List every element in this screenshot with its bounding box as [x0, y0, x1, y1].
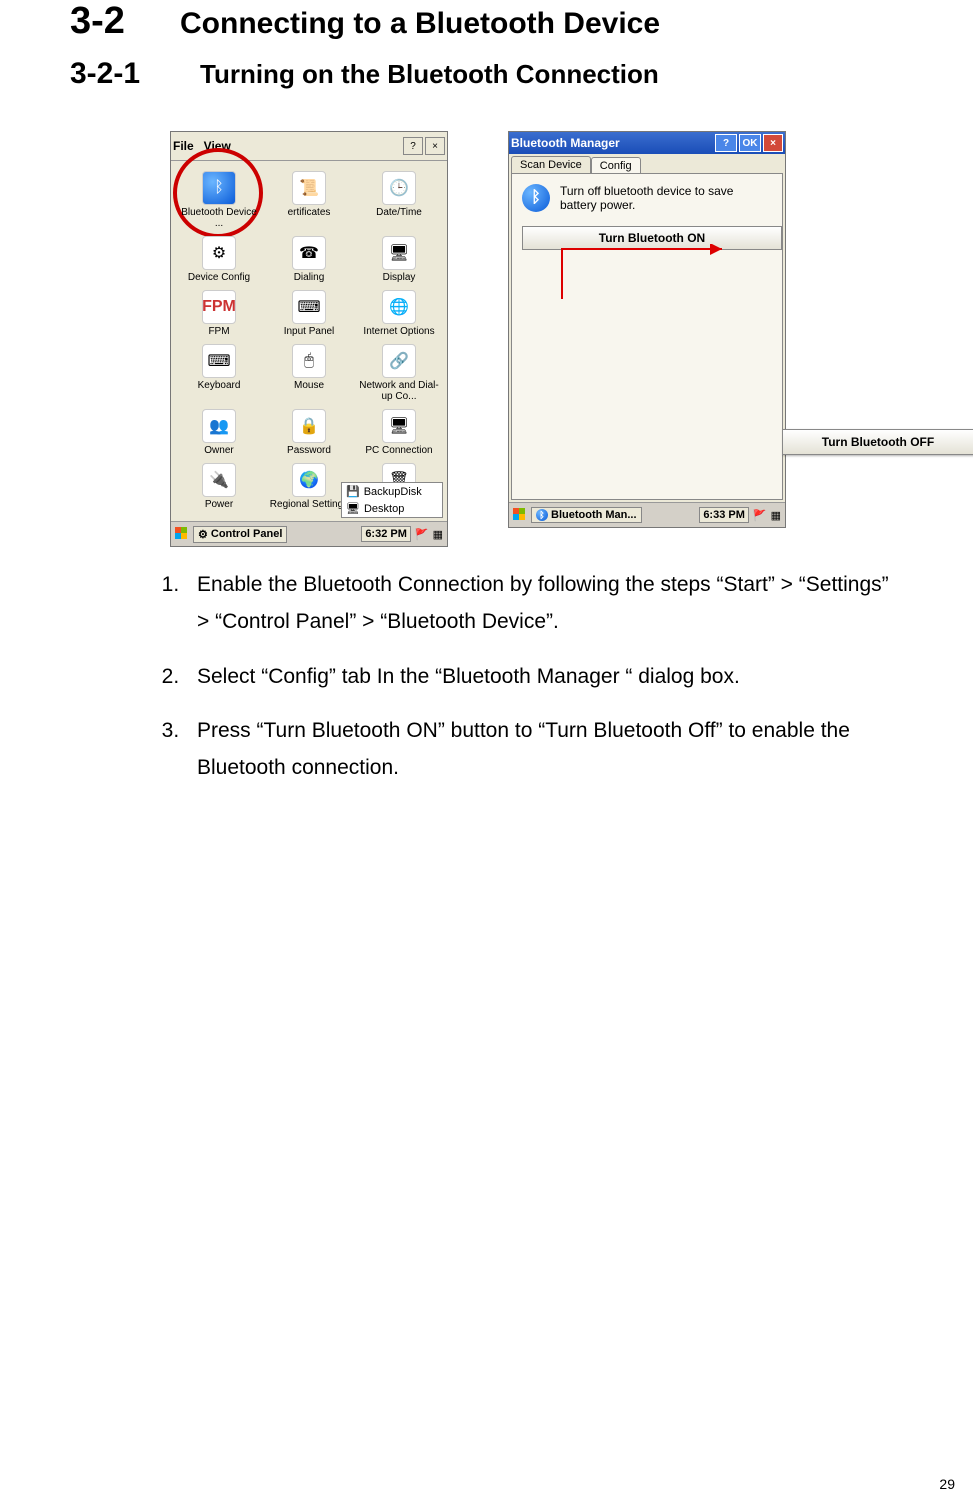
subsection-heading: 3-2-1 Turning on the Bluetooth Connectio… [70, 57, 903, 91]
bluetooth-manager-window: Bluetooth Manager ? OK × Scan Device Con… [508, 131, 786, 528]
input-panel-icon: ⌨ [292, 290, 326, 324]
display-icon: 🖥 [382, 236, 416, 270]
item-bluetooth-device[interactable]: ᛒBluetooth Device ... [177, 171, 261, 230]
item-password[interactable]: 🔒Password [267, 409, 351, 457]
item-device-config[interactable]: ⚙Device Config [177, 236, 261, 284]
help-icon[interactable]: ? [403, 137, 423, 155]
menu-bar: File View ? × [171, 132, 447, 161]
section-number: 3-2 [70, 0, 180, 43]
item-owner[interactable]: 👥Owner [177, 409, 261, 457]
hint-text: Turn off bluetooth device to save batter… [560, 184, 772, 212]
item-keyboard[interactable]: ⌨Keyboard [177, 344, 261, 403]
menu-file[interactable]: File [173, 139, 194, 153]
bluetooth-icon: ᛒ [536, 509, 548, 521]
taskbar-app-button[interactable]: ᛒBluetooth Man... [531, 507, 642, 523]
step-3: Press “Turn Bluetooth ON” button to “Tur… [185, 713, 903, 787]
item-network[interactable]: 🔗Network and Dial-up Co... [357, 344, 441, 403]
password-icon: 🔒 [292, 409, 326, 443]
fpm-icon: FPM [202, 290, 236, 324]
item-regional[interactable]: 🌍Regional Settings [267, 463, 351, 511]
control-panel-window: File View ? × ᛒBluetooth Device ... 📜ert… [170, 131, 448, 547]
certificates-icon: 📜 [292, 171, 326, 205]
tray-icon[interactable]: 🚩 [415, 528, 429, 541]
item-datetime[interactable]: 🕒Date/Time [357, 171, 441, 230]
bluetooth-icon: ᛒ [202, 171, 236, 205]
taskbar-app-button[interactable]: ⚙Control Panel [193, 526, 287, 543]
tab-strip: Scan Device Config [509, 154, 785, 173]
titlebar: Bluetooth Manager ? OK × [509, 132, 785, 154]
subsection-title: Turning on the Bluetooth Connection [200, 59, 659, 90]
help-button[interactable]: ? [715, 134, 737, 152]
start-icon[interactable] [513, 508, 527, 522]
window-title: Bluetooth Manager [511, 136, 620, 150]
owner-icon: 👥 [202, 409, 236, 443]
item-power[interactable]: 🔌Power [177, 463, 261, 511]
start-icon[interactable] [175, 527, 189, 541]
item-internet-options[interactable]: 🌐Internet Options [357, 290, 441, 338]
taskbar-clock[interactable]: 6:33 PM [699, 507, 749, 523]
bluetooth-icon: ᛒ [522, 184, 550, 212]
section-heading: 3-2 Connecting to a Bluetooth Device [70, 0, 903, 43]
disk-icon: 💾 [346, 485, 360, 498]
keyboard-icon: ⌨ [202, 344, 236, 378]
popup-backupdisk[interactable]: 💾BackupDisk [342, 483, 442, 500]
step-1: Enable the Bluetooth Connection by follo… [185, 567, 903, 641]
tab-config[interactable]: Config [591, 157, 641, 174]
turn-bluetooth-on-button[interactable]: Turn Bluetooth ON [522, 226, 782, 250]
taskbar: ⚙Control Panel 6:32 PM 🚩 ▦ [171, 521, 447, 546]
close-icon[interactable]: × [425, 137, 445, 155]
pc-connection-icon: 🖥 [382, 409, 416, 443]
network-icon: 🔗 [382, 344, 416, 378]
device-config-icon: ⚙ [202, 236, 236, 270]
taskbar: ᛒBluetooth Man... 6:33 PM 🚩 ▦ [509, 502, 785, 527]
item-pc-connection[interactable]: 🖥PC Connection [357, 409, 441, 457]
sip-icon[interactable]: ▦ [433, 528, 443, 541]
step-2: Select “Config” tab In the “Bluetooth Ma… [185, 659, 903, 696]
section-title: Connecting to a Bluetooth Device [180, 7, 660, 41]
popup-desktop[interactable]: 🖥Desktop [342, 500, 442, 517]
gear-icon: ⚙ [198, 528, 208, 541]
close-button[interactable]: × [763, 134, 783, 152]
item-certificates[interactable]: 📜ertificates [267, 171, 351, 230]
tray-icon[interactable]: 🚩 [753, 509, 767, 522]
regional-icon: 🌍 [292, 463, 326, 497]
internet-icon: 🌐 [382, 290, 416, 324]
tab-content: ᛒ Turn off bluetooth device to save batt… [511, 173, 783, 500]
taskbar-clock[interactable]: 6:32 PM [361, 526, 411, 542]
control-panel-grid: ᛒBluetooth Device ... 📜ertificates 🕒Date… [171, 161, 447, 521]
item-dialing[interactable]: ☎Dialing [267, 236, 351, 284]
mouse-icon: 🖱 [292, 344, 326, 378]
subsection-number: 3-2-1 [70, 57, 200, 91]
storage-popup: 💾BackupDisk 🖥Desktop [341, 482, 443, 518]
item-mouse[interactable]: 🖱Mouse [267, 344, 351, 403]
ok-button[interactable]: OK [739, 134, 761, 152]
power-icon: 🔌 [202, 463, 236, 497]
sip-icon[interactable]: ▦ [771, 509, 781, 522]
callout-arrow [552, 244, 732, 304]
desktop-icon: 🖥 [346, 502, 360, 515]
page-number: 29 [939, 1476, 955, 1492]
item-fpm[interactable]: FPMFPM [177, 290, 261, 338]
menu-view[interactable]: View [204, 139, 231, 153]
turn-bluetooth-off-button[interactable]: Turn Bluetooth OFF [782, 429, 973, 455]
steps-list: Enable the Bluetooth Connection by follo… [185, 567, 903, 787]
dialing-icon: ☎ [292, 236, 326, 270]
datetime-icon: 🕒 [382, 171, 416, 205]
item-input-panel[interactable]: ⌨Input Panel [267, 290, 351, 338]
item-display[interactable]: 🖥Display [357, 236, 441, 284]
tab-scan-device[interactable]: Scan Device [511, 156, 591, 173]
